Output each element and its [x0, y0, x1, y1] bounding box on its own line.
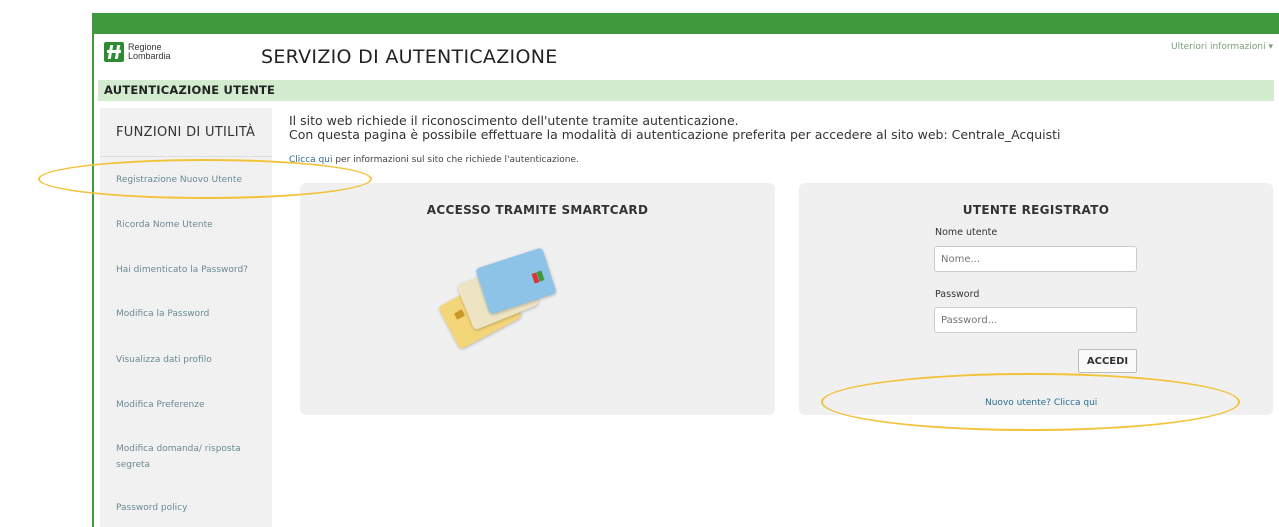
smartcard-image-card-blue	[475, 247, 557, 315]
password-label: Password	[935, 289, 980, 300]
sidebar-item-registrazione[interactable]: Registrazione Nuovo Utente	[116, 172, 266, 188]
accedi-button[interactable]: ACCEDI	[1078, 349, 1137, 373]
sidebar-item-domanda-segreta[interactable]: Modifica domanda/ risposta segreta	[116, 441, 246, 473]
intro-text: Il sito web richiede il riconoscimento d…	[289, 114, 1061, 142]
username-input[interactable]	[934, 246, 1137, 272]
regione-lombardia-logo: Regione Lombardia	[104, 42, 171, 62]
password-input[interactable]	[934, 307, 1137, 333]
section-title: AUTENTICAZIONE UTENTE	[104, 83, 276, 97]
sidebar-item-password-policy[interactable]: Password policy	[116, 500, 266, 516]
login-panel: UTENTE REGISTRATO Nome utente Password A…	[799, 183, 1273, 415]
intro-note-text: per informazioni sul sito che richiede l…	[332, 155, 579, 165]
intro-line-1: Il sito web richiede il riconoscimento d…	[289, 113, 739, 128]
top-green-bar	[92, 13, 1279, 34]
login-title: UTENTE REGISTRATO	[962, 203, 1110, 217]
left-frame-border	[92, 13, 94, 527]
sidebar-item-modifica-password[interactable]: Modifica la Password	[116, 306, 266, 322]
lombardia-rose-icon	[104, 42, 124, 62]
smartcard-title: ACCESSO TRAMITE SMARTCARD	[426, 203, 649, 217]
smartcard-panel: ACCESSO TRAMITE SMARTCARD	[300, 183, 775, 415]
sidebar-item-password-dimenticata[interactable]: Hai dimenticato la Password?	[116, 262, 266, 278]
sidebar-item-ricorda-nome[interactable]: Ricorda Nome Utente	[116, 217, 266, 233]
info-site-link[interactable]: Clicca qui	[289, 155, 332, 165]
sidebar-title: FUNZIONI DI UTILITÀ	[100, 108, 272, 157]
more-info-menu[interactable]: Ulteriori informazioni ▾	[1171, 42, 1273, 52]
new-user-link[interactable]: Nuovo utente? Clicca qui	[985, 398, 1097, 408]
logo-line-2: Lombardia	[128, 51, 171, 61]
smartcard-image	[435, 243, 575, 350]
username-label: Nome utente	[935, 227, 998, 238]
page-title: SERVIZIO DI AUTENTICAZIONE	[261, 46, 558, 68]
sidebar: FUNZIONI DI UTILITÀ Registrazione Nuovo …	[100, 108, 272, 527]
sidebar-item-preferenze[interactable]: Modifica Preferenze	[116, 397, 266, 413]
intro-line-2: Con questa pagina è possibile effettuare…	[289, 127, 1061, 142]
intro-note: Clicca qui per informazioni sul sito che…	[289, 155, 579, 165]
sidebar-item-dati-profilo[interactable]: Visualizza dati profilo	[116, 352, 266, 368]
